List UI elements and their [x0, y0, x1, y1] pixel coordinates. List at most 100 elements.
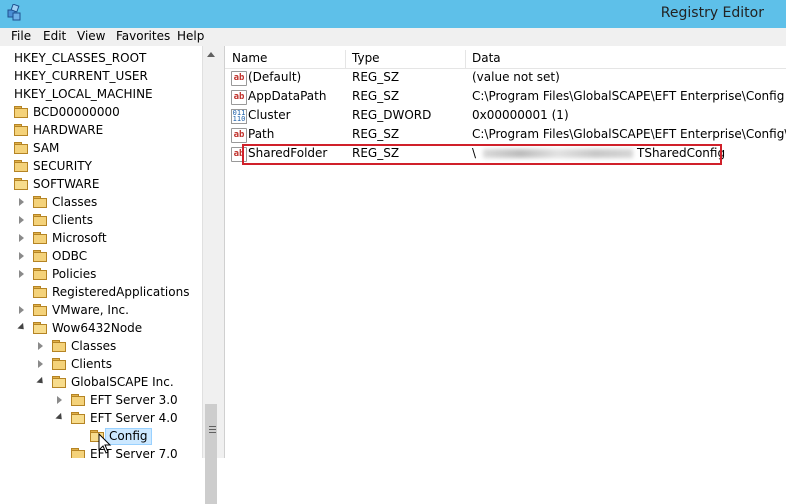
expand-arrow-icon[interactable] — [19, 198, 24, 206]
folder-icon — [33, 250, 47, 262]
tree-item-label: Policies — [52, 267, 97, 281]
menu-view[interactable]: View — [77, 29, 105, 43]
folder-icon — [52, 340, 66, 352]
folder-icon — [71, 394, 85, 406]
tree-item-label: SOFTWARE — [33, 177, 100, 191]
tree-item-label: Classes — [52, 195, 98, 209]
value-type: REG_SZ — [352, 89, 400, 103]
folder-icon — [33, 286, 47, 298]
folder-open-icon — [33, 322, 47, 334]
value-type: REG_DWORD — [352, 108, 432, 122]
tree-item-label: VMware, Inc. — [52, 303, 129, 317]
binary-value-icon: 011 110 — [231, 109, 247, 124]
tree-item-label: EFT Server 4.0 — [90, 411, 178, 425]
tree-item-sam[interactable]: SAM — [4, 139, 202, 157]
string-value-icon: ab — [231, 71, 247, 86]
expand-arrow-icon[interactable] — [19, 270, 24, 278]
value-type: REG_SZ — [352, 127, 400, 141]
value-row-cluster[interactable]: 011 110 Cluster REG_DWORD 0x00000001 (1) — [225, 106, 786, 125]
annotation-highlight-box — [242, 144, 722, 165]
menu-favorites[interactable]: Favorites — [116, 29, 170, 43]
value-row-path[interactable]: ab Path REG_SZ C:\Program Files\GlobalSC… — [225, 125, 786, 144]
registry-tree[interactable]: HKEY_CLASSES_ROOT HKEY_CURRENT_USER HKEY… — [4, 46, 202, 458]
scroll-up-arrow-icon[interactable] — [207, 52, 215, 57]
tree-item-microsoft[interactable]: Microsoft — [4, 229, 202, 247]
menu-file[interactable]: File — [11, 29, 31, 43]
expand-arrow-icon[interactable] — [38, 360, 43, 368]
tree-item-wow-clients[interactable]: Clients — [4, 355, 202, 373]
tree-item-odbc[interactable]: ODBC — [4, 247, 202, 265]
values-list[interactable]: Name Type Data ab (Default) REG_SZ (valu… — [225, 46, 786, 458]
value-data: C:\Program Files\GlobalSCAPE\EFT Enterpr… — [472, 89, 785, 103]
tree-item-hkey-classes-root[interactable]: HKEY_CLASSES_ROOT — [4, 49, 202, 67]
expand-arrow-icon[interactable] — [19, 306, 24, 314]
folder-icon — [71, 448, 85, 458]
tree-item-hkey-current-user[interactable]: HKEY_CURRENT_USER — [4, 67, 202, 85]
column-header-type[interactable]: Type — [352, 51, 380, 65]
collapse-arrow-icon[interactable] — [55, 412, 65, 423]
column-header-name[interactable]: Name — [232, 51, 267, 65]
tree-item-label: GlobalSCAPE Inc. — [71, 375, 174, 389]
list-header: Name Type Data — [225, 48, 786, 69]
folder-icon — [14, 106, 28, 118]
expand-arrow-icon[interactable] — [19, 234, 24, 242]
expand-arrow-icon[interactable] — [38, 342, 43, 350]
tree-item-wow6432node[interactable]: Wow6432Node — [4, 319, 202, 337]
folder-icon — [33, 268, 47, 280]
menu-help[interactable]: Help — [177, 29, 204, 43]
tree-item-policies[interactable]: Policies — [4, 265, 202, 283]
tree-scrollbar[interactable] — [202, 46, 220, 504]
value-data: C:\Program Files\GlobalSCAPE\EFT Enterpr… — [472, 127, 786, 141]
tree-item-label: Microsoft — [52, 231, 107, 245]
tree-item-label: Wow6432Node — [52, 321, 143, 335]
value-row-appdatapath[interactable]: ab AppDataPath REG_SZ C:\Program Files\G… — [225, 87, 786, 106]
tree-item-eft-server-4[interactable]: EFT Server 4.0 — [4, 409, 202, 427]
tree-item-label: HARDWARE — [33, 123, 104, 137]
expand-arrow-icon[interactable] — [19, 216, 24, 224]
tree-item-vmware[interactable]: VMware, Inc. — [4, 301, 202, 319]
tree-item-registered-applications[interactable]: RegisteredApplications — [4, 283, 202, 301]
value-data: (value not set) — [472, 70, 560, 84]
tree-item-classes[interactable]: Classes — [4, 193, 202, 211]
menu-edit[interactable]: Edit — [43, 29, 66, 43]
tree-item-label: EFT Server 3.0 — [90, 393, 178, 407]
tree-item-label: HKEY_CURRENT_USER — [14, 69, 148, 83]
column-header-data[interactable]: Data — [472, 51, 501, 65]
tree-item-label: HKEY_CLASSES_ROOT — [14, 51, 147, 65]
expand-arrow-icon[interactable] — [57, 396, 62, 404]
collapse-arrow-icon[interactable] — [17, 322, 27, 333]
value-data: 0x00000001 (1) — [472, 108, 569, 122]
tree-item-label: HKEY_LOCAL_MACHINE — [14, 87, 153, 101]
folder-open-icon — [14, 178, 28, 190]
tree-item-label: Clients — [71, 357, 112, 371]
collapse-arrow-icon[interactable] — [36, 376, 46, 387]
value-name: AppDataPath — [248, 89, 327, 103]
tree-item-hkey-local-machine[interactable]: HKEY_LOCAL_MACHINE — [4, 85, 202, 103]
folder-icon — [14, 160, 28, 172]
tree-item-label: ODBC — [52, 249, 88, 263]
title-bar[interactable]: Registry Editor — [0, 0, 786, 28]
folder-icon — [33, 214, 47, 226]
tree-item-bcd[interactable]: BCD00000000 — [4, 103, 202, 121]
string-value-icon: ab — [231, 128, 247, 143]
expand-arrow-icon[interactable] — [19, 252, 24, 260]
menu-bar: File Edit View Favorites Help — [0, 28, 786, 46]
folder-icon — [33, 232, 47, 244]
folder-open-icon — [52, 376, 66, 388]
value-type: REG_SZ — [352, 70, 400, 84]
folder-icon — [14, 142, 28, 154]
tree-item-hardware[interactable]: HARDWARE — [4, 121, 202, 139]
value-row-default[interactable]: ab (Default) REG_SZ (value not set) — [225, 68, 786, 87]
scrollbar-thumb[interactable] — [205, 404, 217, 504]
folder-icon — [33, 304, 47, 316]
tree-item-clients[interactable]: Clients — [4, 211, 202, 229]
tree-item-label: BCD00000000 — [33, 105, 120, 119]
tree-item-eft-server-3[interactable]: EFT Server 3.0 — [4, 391, 202, 409]
tree-item-label: Classes — [71, 339, 117, 353]
tree-item-wow-classes[interactable]: Classes — [4, 337, 202, 355]
tree-item-software[interactable]: SOFTWARE — [4, 175, 202, 193]
tree-item-security[interactable]: SECURITY — [4, 157, 202, 175]
folder-icon — [33, 196, 47, 208]
folder-icon — [52, 358, 66, 370]
tree-item-globalscape[interactable]: GlobalSCAPE Inc. — [4, 373, 202, 391]
